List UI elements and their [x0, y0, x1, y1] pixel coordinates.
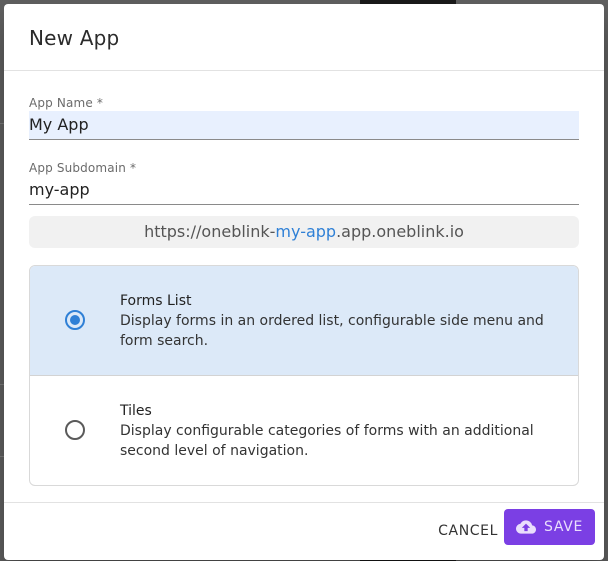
option-description: Display configurable categories of forms… [120, 423, 534, 459]
url-subdomain-highlight: my-app [275, 222, 337, 241]
dialog-content: App Name * App Subdomain * https://onebl… [4, 71, 604, 503]
option-text: Forms List Display forms in an ordered l… [120, 291, 560, 351]
cancel-button[interactable]: CANCEL [438, 519, 498, 543]
cloud-upload-icon [516, 520, 536, 534]
option-description: Display forms in an ordered list, config… [120, 313, 544, 349]
layout-options: Forms List Display forms in an ordered l… [29, 265, 579, 486]
subdomain-label: App Subdomain * [29, 161, 137, 175]
url-suffix: .app.oneblink.io [336, 222, 464, 241]
subdomain-field: App Subdomain * [29, 160, 579, 205]
dialog-title: New App [4, 4, 604, 71]
option-text: Tiles Display configurable categories of… [120, 401, 560, 461]
new-app-dialog: New App App Name * App Subdomain * https… [4, 4, 604, 560]
radio-checked-icon[interactable] [65, 310, 85, 330]
url-prefix: https://oneblink- [144, 222, 276, 241]
option-title: Tiles [120, 403, 152, 419]
dialog-actions: CANCEL SAVE [4, 504, 604, 560]
radio-unchecked-icon[interactable] [65, 420, 85, 440]
app-name-label: App Name * [29, 96, 103, 110]
save-button[interactable]: SAVE [504, 509, 595, 545]
url-preview: https://oneblink-my-app.app.oneblink.io [29, 216, 579, 248]
option-title: Forms List [120, 293, 192, 309]
option-forms-list[interactable]: Forms List Display forms in an ordered l… [30, 266, 578, 376]
app-name-field: App Name * [29, 95, 579, 140]
subdomain-input[interactable] [29, 176, 579, 205]
option-tiles[interactable]: Tiles Display configurable categories of… [30, 376, 578, 485]
save-label: SAVE [544, 519, 584, 535]
app-name-input[interactable] [29, 111, 579, 140]
